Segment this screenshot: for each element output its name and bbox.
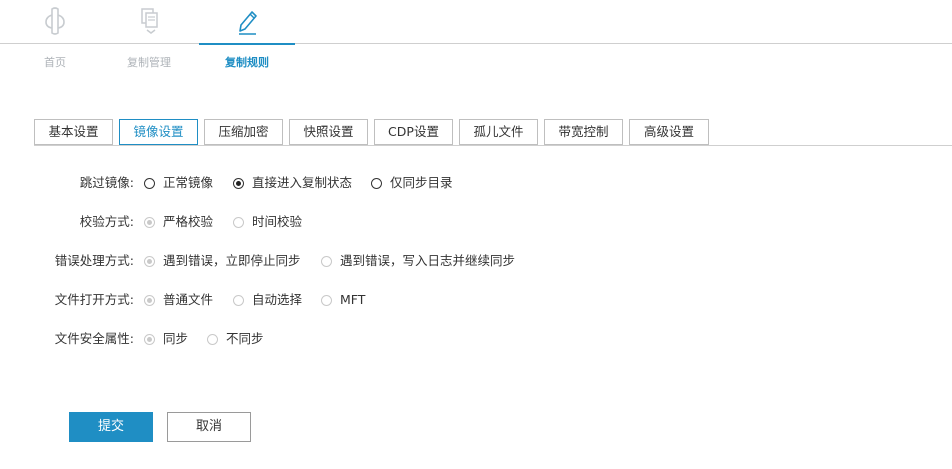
radio-circle[interactable]: [321, 255, 332, 267]
cancel-button[interactable]: 取消: [167, 412, 251, 442]
tab-orphan-files[interactable]: 孤儿文件: [459, 119, 538, 145]
submit-button[interactable]: 提交: [69, 412, 153, 442]
radio-label: 遇到错误，写入日志并继续同步: [340, 253, 516, 268]
radio-circle[interactable]: [321, 294, 332, 306]
radio-circle[interactable]: [144, 177, 155, 189]
tab-bandwidth-control[interactable]: 带宽控制: [544, 119, 623, 145]
home-icon: [45, 7, 65, 35]
radio-circle[interactable]: [144, 255, 155, 267]
tab-snapshot-settings[interactable]: 快照设置: [289, 119, 368, 145]
tab-basic-settings[interactable]: 基本设置: [34, 119, 113, 145]
radio-label: 普通文件: [163, 292, 214, 307]
radio-label: 遇到错误，立即停止同步: [163, 253, 301, 268]
tab-compression-encryption[interactable]: 压缩加密: [204, 119, 283, 145]
edit-pencil-icon: [239, 11, 257, 35]
radio-no-sync[interactable]: 不同步: [207, 329, 264, 349]
nav-item-label: 首页: [44, 56, 66, 69]
nav-item-copy-management[interactable]: 复制管理: [101, 6, 197, 69]
radio-label: 正常镜像: [163, 175, 214, 190]
skip-mirror-label: 跳过镜像:: [79, 175, 134, 190]
radio-label: 直接进入复制状态: [252, 175, 353, 190]
radio-circle[interactable]: [144, 333, 155, 345]
radio-normal-mirror[interactable]: 正常镜像: [144, 173, 213, 193]
radio-circle[interactable]: [233, 294, 244, 306]
radio-label: 严格校验: [163, 214, 214, 229]
radio-stop-on-error[interactable]: 遇到错误，立即停止同步: [144, 251, 301, 271]
radio-auto-select[interactable]: 自动选择: [233, 290, 302, 310]
radio-label: 不同步: [226, 331, 264, 346]
radio-strict-verification[interactable]: 严格校验: [144, 212, 213, 232]
radio-circle[interactable]: [233, 177, 244, 189]
top-navigation: 首页 复制管理 复制规则: [0, 0, 952, 72]
radio-normal-file[interactable]: 普通文件: [144, 290, 213, 310]
radio-log-and-continue[interactable]: 遇到错误，写入日志并继续同步: [321, 251, 515, 271]
radio-mft[interactable]: MFT: [321, 290, 365, 310]
tab-mirror-settings[interactable]: 镜像设置: [119, 119, 198, 145]
radio-circle[interactable]: [144, 216, 155, 228]
radio-label: MFT: [340, 292, 366, 307]
error-handling-label: 错误处理方式:: [54, 253, 134, 268]
radio-label: 自动选择: [252, 292, 303, 307]
radio-circle[interactable]: [207, 333, 218, 345]
active-nav-indicator: [199, 43, 295, 45]
nav-item-label: 复制管理: [127, 56, 171, 69]
radio-direct-replication[interactable]: 直接进入复制状态: [233, 173, 352, 193]
radio-circle[interactable]: [371, 177, 382, 189]
file-security-label: 文件安全属性:: [54, 331, 134, 346]
radio-label: 同步: [163, 331, 189, 346]
tab-advanced-settings[interactable]: 高级设置: [629, 119, 709, 145]
radio-sync-directory-only[interactable]: 仅同步目录: [371, 173, 453, 193]
nav-item-label: 复制规则: [225, 56, 269, 69]
radio-circle[interactable]: [144, 294, 155, 306]
radio-sync[interactable]: 同步: [144, 329, 188, 349]
radio-label: 时间校验: [252, 214, 303, 229]
tab-cdp-settings[interactable]: CDP设置: [374, 119, 453, 145]
nav-item-copy-rules[interactable]: 复制规则: [199, 6, 295, 69]
nav-item-home[interactable]: 首页: [7, 6, 103, 69]
radio-time-verification[interactable]: 时间校验: [233, 212, 302, 232]
verification-method-label: 校验方式:: [79, 214, 134, 229]
file-open-mode-label: 文件打开方式:: [54, 292, 134, 307]
tabs-divider: [34, 145, 952, 146]
copy-management-icon: [141, 8, 158, 34]
radio-label: 仅同步目录: [390, 175, 453, 190]
radio-circle[interactable]: [233, 216, 244, 228]
